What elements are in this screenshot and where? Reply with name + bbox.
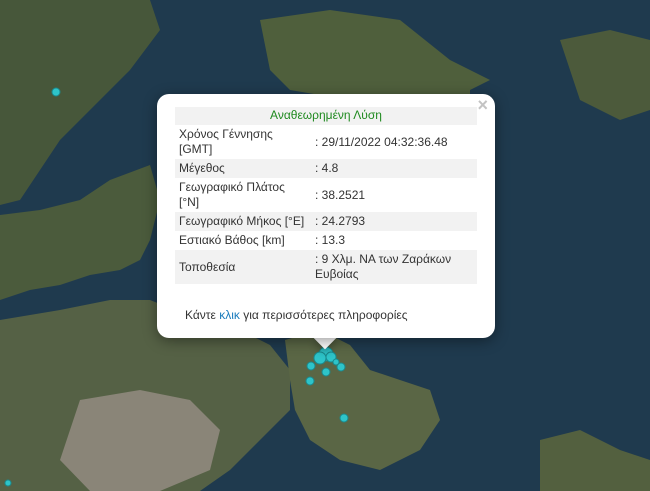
more-info-suffix: για περισσότερες πληροφορίες	[239, 308, 408, 322]
earthquake-marker-icon[interactable]	[4, 479, 12, 487]
earthquake-marker-icon[interactable]	[321, 367, 331, 377]
row-value: : 9 Χλμ. ΝΑ των Ζαράκων Ευβοίας	[311, 250, 477, 284]
row-label: Τοποθεσία	[175, 250, 311, 284]
more-info-link[interactable]: κλικ	[219, 308, 240, 322]
table-row: Εστιακό Βάθος [km] : 13.3	[175, 231, 477, 250]
earthquake-marker-icon[interactable]	[339, 413, 349, 423]
earthquake-marker-icon[interactable]	[332, 358, 340, 366]
row-label: Μέγεθος	[175, 159, 311, 178]
earthquake-marker-icon[interactable]	[306, 361, 316, 371]
table-row: Γεωγραφικό Μήκος [°E] : 24.2793	[175, 212, 477, 231]
row-value: : 4.8	[311, 159, 477, 178]
row-value: : 13.3	[315, 233, 346, 247]
row-label: Γεωγραφικό Πλάτος [°N]	[179, 180, 285, 209]
row-value: : 24.2793	[311, 212, 477, 231]
row-label: Εστιακό Βάθος [km]	[179, 233, 285, 247]
earthquake-marker-icon[interactable]	[313, 351, 327, 365]
earthquake-info-popup: × Αναθεωρημένη Λύση Χρόνος Γέννησης [GMT…	[157, 94, 495, 338]
table-row: Γεωγραφικό Πλάτος [°N] : 38.2521	[175, 178, 477, 212]
row-value: : 29/11/2022 04:32:36.48	[315, 134, 448, 149]
earthquake-marker-icon[interactable]	[305, 376, 315, 386]
table-row: Μέγεθος : 4.8	[175, 159, 477, 178]
row-value: : 38.2521	[315, 187, 366, 202]
more-info-text: Κάντε κλικ για περισσότερες πληροφορίες	[185, 308, 408, 322]
table-row: Χρόνος Γέννησης [GMT] : 29/11/2022 04:32…	[175, 125, 477, 159]
close-icon[interactable]: ×	[477, 96, 488, 114]
table-row: Τοποθεσία : 9 Χλμ. ΝΑ των Ζαράκων Ευβοία…	[175, 250, 477, 284]
table-row-header: Αναθεωρημένη Λύση	[175, 107, 477, 125]
row-label: Γεωγραφικό Μήκος [°E]	[175, 212, 311, 231]
earthquake-info-table: Αναθεωρημένη Λύση Χρόνος Γέννησης [GMT] …	[175, 107, 477, 284]
more-info-prefix: Κάντε	[185, 308, 220, 322]
row-label: Χρόνος Γέννησης [GMT]	[179, 127, 273, 156]
earthquake-marker-icon[interactable]	[51, 87, 61, 97]
popup-header: Αναθεωρημένη Λύση	[175, 107, 477, 125]
